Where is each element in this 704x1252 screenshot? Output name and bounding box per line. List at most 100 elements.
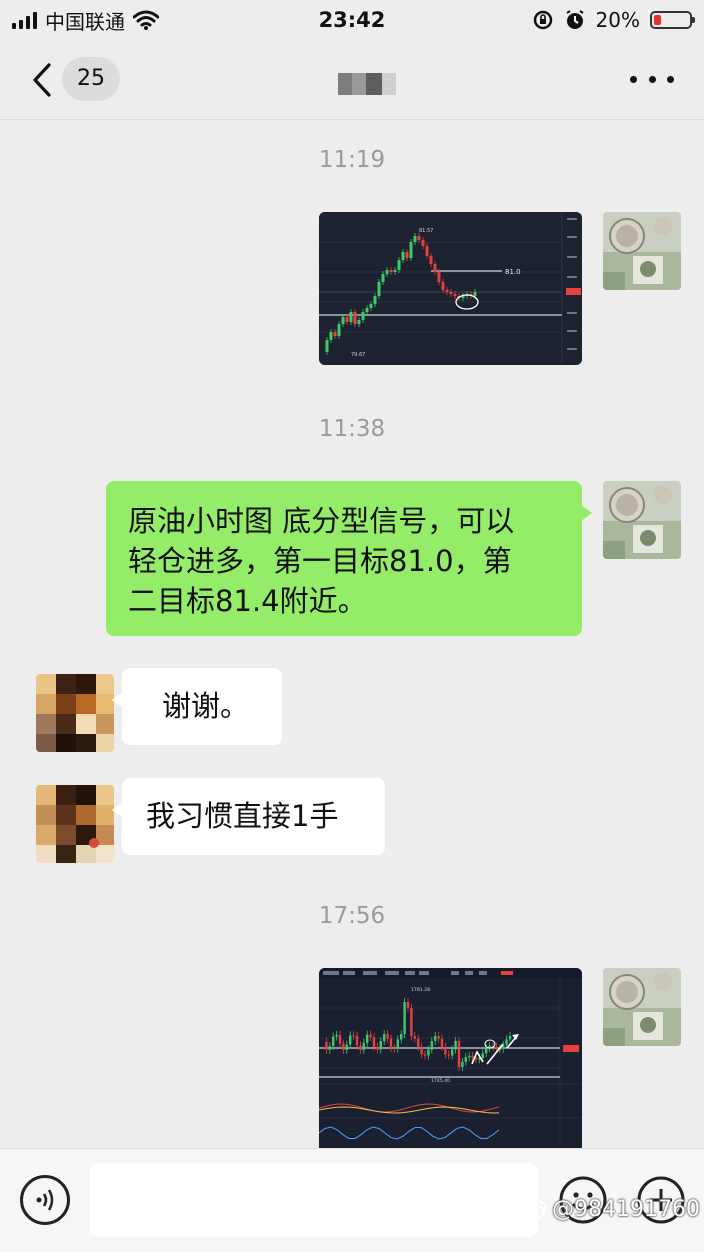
candle-mark xyxy=(429,256,433,264)
candle-mark xyxy=(355,1035,359,1046)
candle-mark xyxy=(440,1038,444,1047)
weibo-logo-icon xyxy=(525,1200,547,1219)
more-options-button[interactable] xyxy=(630,68,674,90)
voice-button[interactable] xyxy=(20,1175,70,1225)
money-avatar-image xyxy=(603,212,681,290)
candle-mark xyxy=(405,252,409,258)
contact-avatar[interactable] xyxy=(36,674,114,752)
my-avatar[interactable] xyxy=(603,212,681,290)
message-list[interactable]: 11:19 81.0 81.57 79.67 11:38 原油小时图 底分型信号… xyxy=(0,121,704,1148)
candle-mark xyxy=(335,1034,338,1037)
contact-message-bubble[interactable]: 我习惯直接1手 xyxy=(112,778,385,855)
candle-mark xyxy=(445,290,449,292)
message-line: 二目标81.4附近。 xyxy=(128,584,367,618)
candle-mark xyxy=(366,1034,369,1043)
back-button[interactable] xyxy=(22,58,62,102)
candle-mark xyxy=(420,1046,423,1055)
candle-mark xyxy=(337,324,341,336)
candle-mark xyxy=(464,1057,467,1062)
candle-mark xyxy=(461,1061,464,1067)
candle-mark xyxy=(451,1049,454,1056)
chart-low-label: 1745.40 xyxy=(431,1078,450,1084)
money-avatar-image xyxy=(603,968,681,1046)
candle-mark xyxy=(357,320,361,324)
candle-mark xyxy=(495,1046,498,1050)
chevron-left-icon xyxy=(33,63,51,97)
chart-high-label: 81.57 xyxy=(419,228,433,234)
more-dots-icon xyxy=(630,75,637,83)
candle-mark xyxy=(397,260,401,270)
candle-mark xyxy=(508,1036,512,1040)
candle-mark xyxy=(434,1036,437,1041)
candle-mark xyxy=(341,317,345,324)
candle-mark xyxy=(361,312,365,320)
candle-mark xyxy=(389,1038,393,1049)
candle-mark xyxy=(379,1041,382,1050)
alarm-icon xyxy=(565,10,584,29)
candle-mark xyxy=(328,1046,331,1050)
gold-chart-image: 1781.28 1745.40 xyxy=(319,968,582,1148)
candle-mark xyxy=(325,1042,328,1050)
my-message-bubble[interactable]: 原油小时图 底分型信号，可以 轻仓进多，第一目标81.0，第 二目标81.4附近… xyxy=(106,481,592,636)
candle-mark xyxy=(441,282,445,290)
candle-mark xyxy=(449,292,453,294)
battery-icon xyxy=(650,11,695,29)
candle-mark xyxy=(413,1036,416,1039)
candle-mark xyxy=(401,252,405,260)
candle-mark xyxy=(369,304,373,308)
chart-image-message[interactable]: 81.0 81.57 79.67 xyxy=(319,212,582,365)
candle-mark xyxy=(325,340,329,352)
candle-mark xyxy=(433,264,437,272)
candle-mark xyxy=(417,1038,420,1047)
candle-mark xyxy=(457,1040,461,1067)
candle-mark xyxy=(372,1037,376,1047)
pixelated-avatar-image xyxy=(36,674,114,752)
input-bar: @984191760 xyxy=(0,1148,704,1252)
orientation-lock-icon xyxy=(533,10,552,30)
candle-mark xyxy=(349,312,353,322)
message-text: 我习惯直接1手 xyxy=(146,799,339,833)
candle-mark xyxy=(353,312,357,324)
candle-mark xyxy=(481,1053,484,1059)
my-avatar[interactable] xyxy=(603,968,681,1046)
candle-mark xyxy=(427,1049,430,1056)
candle-mark xyxy=(421,240,425,246)
candle-mark xyxy=(349,1035,352,1045)
candle-mark xyxy=(437,1036,440,1039)
chat-title xyxy=(338,73,396,95)
candle-mark xyxy=(329,332,333,340)
chat-header: 25 xyxy=(0,40,704,120)
candle-mark xyxy=(376,1046,379,1050)
chart-image-message[interactable]: 1781.28 1745.40 xyxy=(319,968,582,1148)
candle-mark xyxy=(333,332,337,336)
message-input[interactable] xyxy=(90,1163,538,1237)
contact-avatar[interactable] xyxy=(36,785,114,863)
candle-mark xyxy=(413,236,417,242)
pixelated-avatar-image xyxy=(36,785,114,863)
my-avatar[interactable] xyxy=(603,481,681,559)
timestamp: 17:56 xyxy=(318,903,386,929)
contact-message-bubble[interactable]: 谢谢。 xyxy=(112,668,282,745)
unread-count-badge[interactable]: 25 xyxy=(62,57,120,101)
candle-mark xyxy=(332,1036,335,1047)
chart-high-label: 1781.28 xyxy=(411,987,430,993)
chart-low-label: 79.67 xyxy=(351,352,365,358)
message-text: 谢谢。 xyxy=(162,689,250,723)
candle-mark xyxy=(485,1048,488,1054)
candle-mark xyxy=(352,1035,355,1037)
candle-mark xyxy=(377,282,381,296)
candle-mark xyxy=(454,1040,457,1050)
candle-mark xyxy=(345,317,349,322)
battery-percent: 20% xyxy=(595,8,640,32)
candle-mark xyxy=(409,242,413,258)
candle-mark xyxy=(473,292,477,296)
watermark: @984191760 xyxy=(524,1197,700,1222)
message-line: 原油小时图 底分型信号，可以 xyxy=(128,504,515,538)
watermark-text: @984191760 xyxy=(552,1197,700,1222)
money-avatar-image xyxy=(603,481,681,559)
candle-mark xyxy=(447,1054,450,1056)
message-line: 轻仓进多，第一目标81.0，第 xyxy=(128,544,512,578)
candle-mark xyxy=(383,1034,386,1042)
candle-mark xyxy=(410,1008,413,1037)
candle-mark xyxy=(359,1045,362,1050)
